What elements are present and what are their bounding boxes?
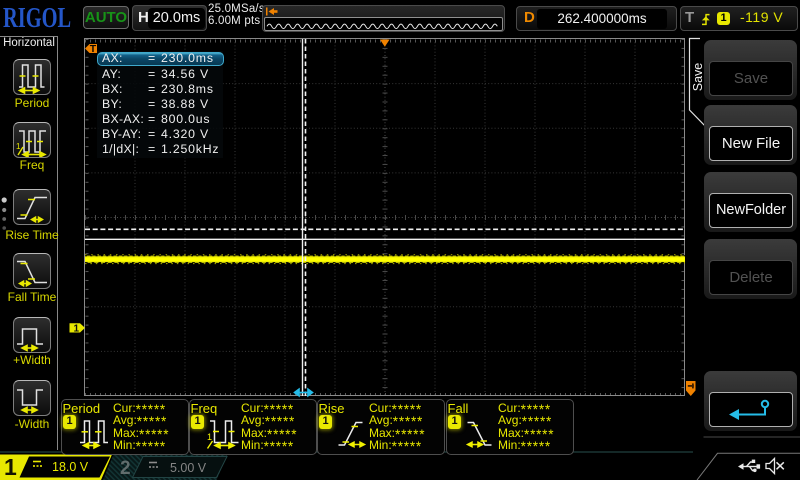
svg-text:1: 1 (16, 142, 21, 151)
svg-text:1: 1 (74, 324, 80, 335)
svg-text:T: T (90, 43, 97, 55)
svg-text:1: 1 (207, 432, 212, 442)
